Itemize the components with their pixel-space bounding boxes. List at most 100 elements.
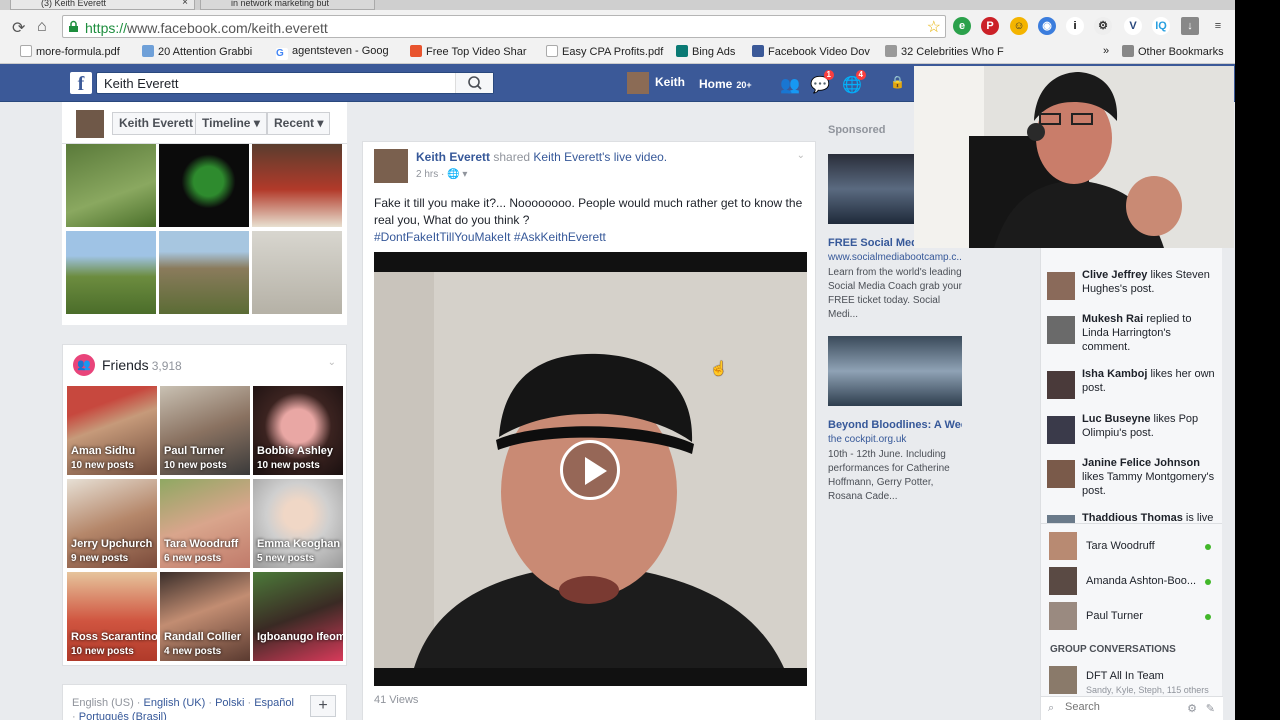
avatar bbox=[1049, 602, 1077, 630]
chat-sidebar: Tara Woodruff Amanda Ashton-Boo... Paul … bbox=[1040, 523, 1223, 720]
bookmark-item[interactable]: Facebook Video Dov bbox=[752, 45, 870, 58]
ticker-name: Clive Jeffrey bbox=[1082, 269, 1148, 281]
chat-contact[interactable]: Tara Woodruff bbox=[1049, 532, 1219, 562]
bookmark-item[interactable]: Bing Ads bbox=[676, 45, 735, 58]
friend-tile[interactable]: Emma Keoghan 5 new posts bbox=[253, 479, 343, 568]
pinterest-icon[interactable]: P bbox=[981, 17, 999, 35]
avatar[interactable] bbox=[76, 110, 104, 138]
chat-search-input[interactable] bbox=[1065, 701, 1185, 713]
language-link[interactable]: English (UK) bbox=[144, 697, 206, 709]
language-link[interactable]: Português (Brasil) bbox=[79, 711, 167, 720]
friends-title[interactable]: Friends 3,918 bbox=[102, 357, 182, 373]
privacy-icon[interactable]: 🔒 bbox=[890, 75, 908, 91]
ad-url[interactable]: the cockpit.org.uk bbox=[828, 434, 962, 445]
chevron-down-icon[interactable]: ⌄ bbox=[797, 150, 805, 161]
avatar bbox=[1049, 567, 1077, 595]
star-icon[interactable]: ☆ bbox=[927, 17, 941, 37]
bing-icon bbox=[676, 45, 688, 57]
nav-home-link[interactable]: Home 20+ bbox=[699, 77, 752, 91]
friend-tile[interactable]: Igboanugo Ifeoma Peace bbox=[253, 572, 343, 661]
ad-image[interactable] bbox=[828, 336, 962, 406]
menu-icon[interactable]: ≡ bbox=[1209, 17, 1227, 35]
friend-tile[interactable]: Tara Woodruff 6 new posts bbox=[160, 479, 250, 568]
language-list: English (US) · English (UK) · Polski · E… bbox=[72, 696, 297, 720]
photo-thumbnail[interactable] bbox=[252, 144, 342, 227]
compose-icon[interactable]: ✎ bbox=[1206, 702, 1215, 715]
gear-icon[interactable]: ⚙ bbox=[1187, 702, 1197, 715]
home-icon[interactable]: ⌂ bbox=[37, 18, 47, 36]
avatar bbox=[1047, 515, 1075, 523]
language-link[interactable]: Español bbox=[254, 697, 294, 709]
profile-name-button[interactable]: Keith Everett bbox=[112, 112, 201, 135]
friend-tile[interactable]: Ross Scarantino 10 new posts bbox=[67, 572, 157, 661]
friend-posts: 10 new posts bbox=[164, 460, 227, 471]
friend-name: Randall Collier bbox=[164, 631, 242, 643]
photo-thumbnail[interactable] bbox=[66, 144, 156, 227]
chevron-down-icon[interactable]: ⌄ bbox=[328, 357, 336, 368]
search-input[interactable]: Keith Everett bbox=[96, 72, 494, 94]
language-link[interactable]: Polski bbox=[215, 697, 244, 709]
bookmark-item[interactable]: more-formula.pdf bbox=[20, 45, 120, 58]
messages-icon[interactable]: 💬 1 bbox=[810, 70, 834, 94]
avatar[interactable] bbox=[374, 149, 408, 183]
timeline-dropdown[interactable]: Timeline ▾ bbox=[195, 112, 267, 135]
video-player[interactable] bbox=[374, 252, 807, 686]
caret-down-icon[interactable]: ▾ bbox=[462, 169, 467, 180]
other-bookmarks[interactable]: Other Bookmarks bbox=[1122, 45, 1224, 58]
more-bookmarks-button[interactable]: » bbox=[1103, 45, 1109, 57]
notifications-badge: 4 bbox=[855, 70, 866, 80]
extension-icon[interactable]: ⚙ bbox=[1094, 17, 1112, 35]
search-icon[interactable] bbox=[455, 73, 493, 93]
info-icon[interactable]: i bbox=[1066, 17, 1084, 35]
google-icon: G bbox=[276, 48, 288, 60]
chat-contact[interactable]: Paul Turner bbox=[1049, 602, 1219, 632]
friend-tile[interactable]: Bobbie Ashley 10 new posts bbox=[253, 386, 343, 475]
recent-dropdown[interactable]: Recent ▾ bbox=[267, 112, 331, 135]
photo-thumbnail[interactable] bbox=[159, 231, 249, 314]
friend-tile[interactable]: Aman Sidhu 10 new posts bbox=[67, 386, 157, 475]
friend-posts: 6 new posts bbox=[164, 553, 222, 564]
bookmark-item[interactable]: Gagentsteven - Goog bbox=[276, 45, 389, 60]
friend-tile[interactable]: Randall Collier 4 new posts bbox=[160, 572, 250, 661]
download-icon[interactable]: ↓ bbox=[1181, 17, 1199, 35]
address-bar[interactable]: https://www.facebook.com/keith.everett ☆ bbox=[62, 15, 946, 38]
chat-contact-name: Amanda Ashton-Boo... bbox=[1086, 575, 1197, 587]
evernote-icon[interactable]: e bbox=[953, 17, 971, 35]
chat-extension-icon[interactable]: ◉ bbox=[1038, 17, 1056, 35]
tab-keith-everett[interactable]: (3) Keith Everett × bbox=[10, 0, 195, 10]
friend-tile[interactable]: Jerry Upchurch 9 new posts bbox=[67, 479, 157, 568]
caret-down-icon: ▾ bbox=[317, 116, 324, 130]
facebook-logo-icon[interactable]: f bbox=[70, 72, 92, 95]
iq-icon[interactable]: IQ bbox=[1152, 17, 1170, 35]
toolbar: ⟳ ⌂ https://www.facebook.com/keith.evere… bbox=[0, 10, 1235, 42]
post-hashtags[interactable]: #DontFakeItTillYouMakeIt #AskKeithEveret… bbox=[374, 230, 606, 244]
friend-tile[interactable]: Paul Turner 10 new posts bbox=[160, 386, 250, 475]
close-icon[interactable]: × bbox=[182, 0, 188, 8]
post-author-link[interactable]: Keith Everett bbox=[416, 150, 490, 164]
photo-thumbnail[interactable] bbox=[159, 144, 249, 227]
tab-network-marketing[interactable]: in network marketing but bbox=[200, 0, 375, 10]
bookmark-item[interactable]: Easy CPA Profits.pdf bbox=[546, 45, 663, 58]
post-target-type-link[interactable]: live video. bbox=[614, 150, 667, 164]
post-timestamp[interactable]: 2 hrs bbox=[416, 169, 438, 180]
play-button[interactable] bbox=[560, 440, 620, 500]
ad-title[interactable]: Beyond Bloodlines: A Wee... bbox=[828, 419, 962, 431]
bookmark-item[interactable]: Free Top Video Shar bbox=[410, 45, 527, 58]
emoji-icon[interactable]: ☺ bbox=[1010, 17, 1028, 35]
reload-icon[interactable]: ⟳ bbox=[12, 18, 25, 38]
post-target-link[interactable]: Keith Everett bbox=[533, 150, 602, 164]
photo-thumbnail[interactable] bbox=[252, 231, 342, 314]
photo-thumbnail[interactable] bbox=[66, 231, 156, 314]
avatar bbox=[1049, 666, 1077, 694]
ad-item[interactable]: Beyond Bloodlines: A Wee... the cockpit.… bbox=[828, 336, 962, 504]
friend-requests-icon[interactable]: 👥 bbox=[780, 75, 800, 94]
webcam-overlay bbox=[914, 66, 1234, 248]
notifications-icon[interactable]: 🌐 4 bbox=[842, 70, 866, 94]
v-extension-icon[interactable]: V bbox=[1124, 17, 1142, 35]
ad-url[interactable]: www.socialmediabootcamp.c... bbox=[828, 252, 962, 263]
chat-contact[interactable]: Amanda Ashton-Boo... bbox=[1049, 567, 1219, 597]
add-language-button[interactable]: + bbox=[310, 695, 336, 717]
bookmark-item[interactable]: 32 Celebrities Who F bbox=[885, 45, 1004, 58]
bookmark-item[interactable]: 20 Attention Grabbi bbox=[142, 45, 252, 58]
nav-profile-link[interactable]: Keith bbox=[627, 72, 685, 94]
